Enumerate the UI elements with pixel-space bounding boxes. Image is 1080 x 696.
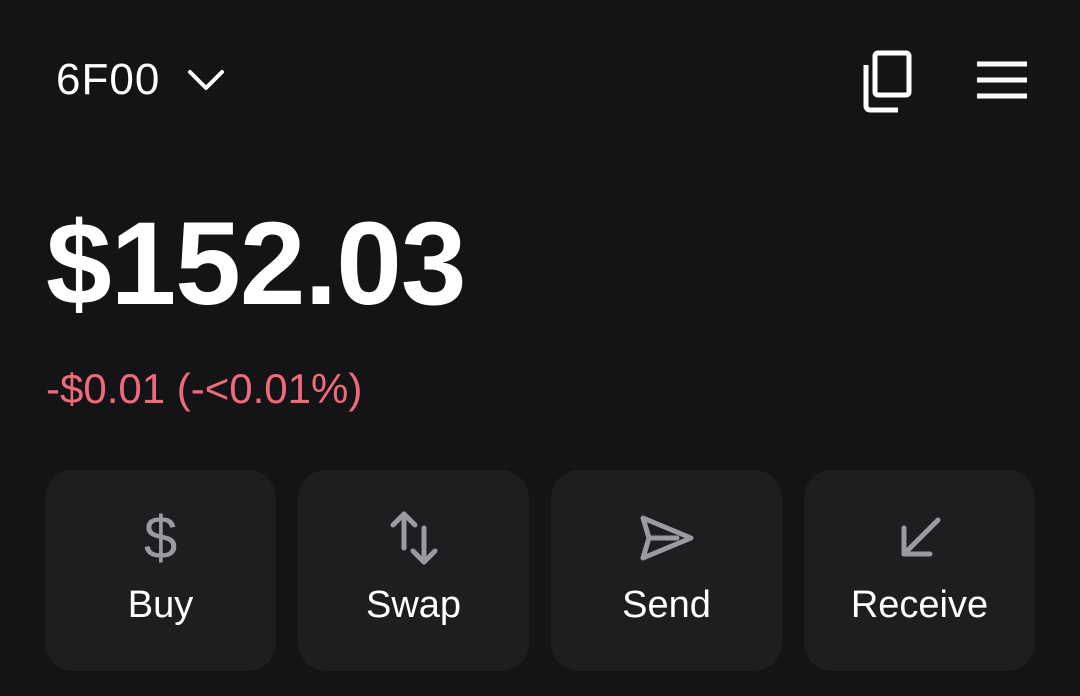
balance-amount: $152.03 xyxy=(46,198,467,330)
copy-button[interactable] xyxy=(858,48,918,114)
chevron-down-icon xyxy=(186,66,226,94)
buy-button[interactable]: $ Buy xyxy=(45,470,276,671)
swap-arrows-icon xyxy=(384,508,444,568)
receive-button[interactable]: Receive xyxy=(804,470,1035,671)
hamburger-menu-icon xyxy=(977,61,1027,99)
send-button[interactable]: Send xyxy=(551,470,782,671)
balance-change: -$0.01 (-<0.01%) xyxy=(46,365,363,412)
buy-label: Buy xyxy=(127,584,194,626)
send-label: Send xyxy=(622,584,711,626)
copy-icon xyxy=(863,50,912,113)
receive-arrow-icon xyxy=(890,508,950,568)
account-name: 6F00 xyxy=(56,55,161,104)
send-icon xyxy=(637,508,697,568)
action-buttons: $ Buy Swap Send Receive xyxy=(45,470,1035,671)
swap-label: Swap xyxy=(365,584,462,626)
menu-button[interactable] xyxy=(972,58,1032,102)
header: 6F00 xyxy=(0,0,1080,160)
receive-label: Receive xyxy=(850,584,989,626)
account-selector[interactable]: 6F00 xyxy=(56,52,226,108)
swap-button[interactable]: Swap xyxy=(298,470,529,671)
dollar-icon: $ xyxy=(143,504,178,571)
